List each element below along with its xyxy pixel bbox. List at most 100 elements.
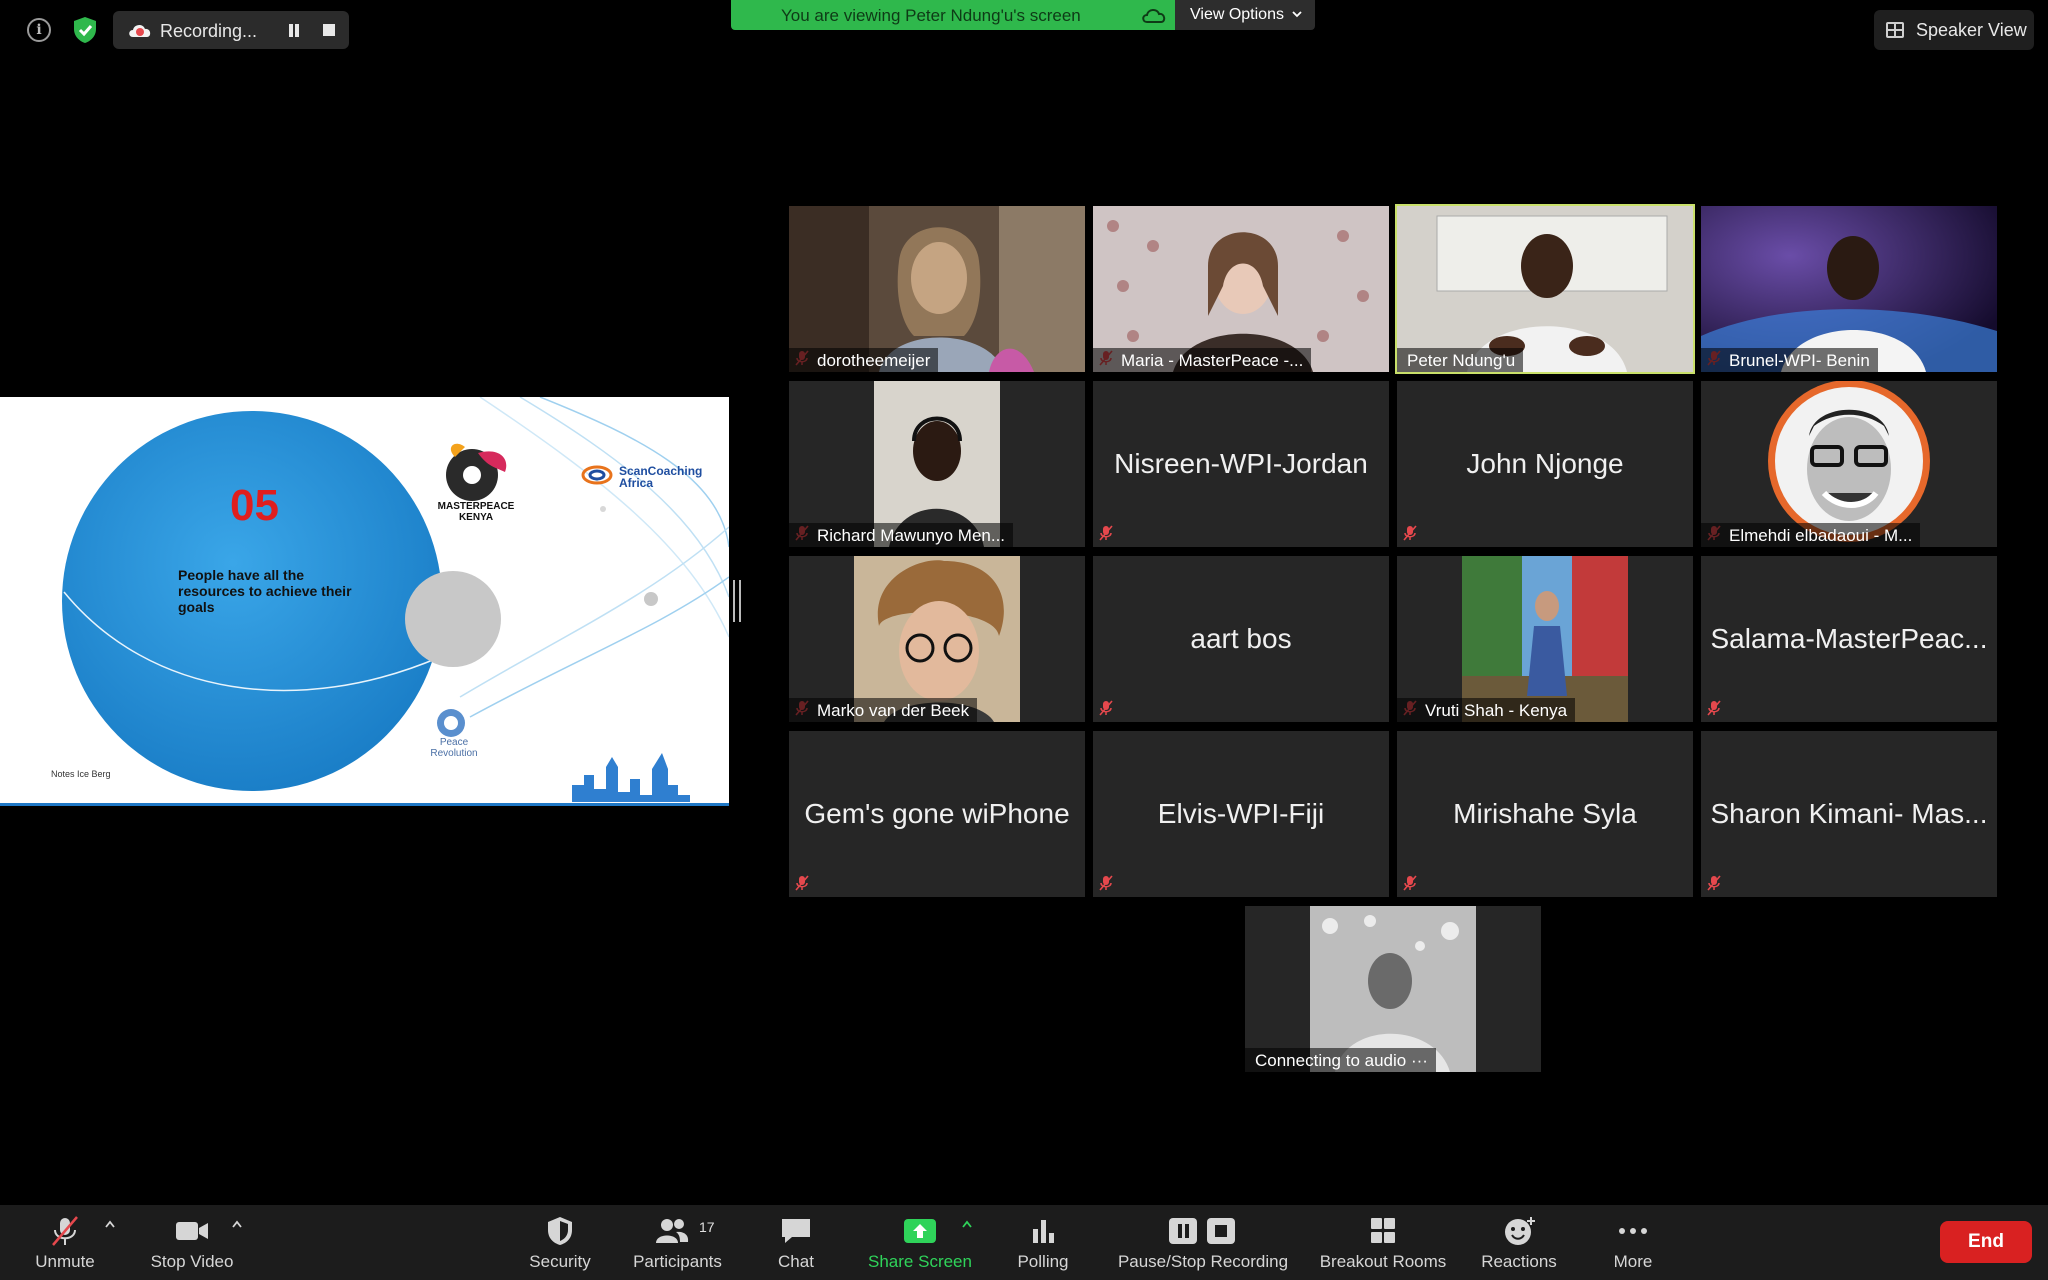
participant-tile[interactable]: Sharon Kimani- Mas... [1701, 731, 1997, 897]
chevron-down-icon [1292, 11, 1302, 18]
participant-tile[interactable]: dorotheemeijer [789, 206, 1085, 372]
audio-options-caret-icon[interactable] [104, 1219, 116, 1229]
info-icon[interactable]: i [27, 18, 51, 42]
participant-name-center: Elvis-WPI-Fiji [1157, 798, 1325, 829]
muted-microphone-icon [1099, 700, 1113, 716]
participant-name-center: Sharon Kimani- Mas... [1710, 798, 1988, 829]
participants-count: 17 [699, 1219, 715, 1235]
muted-microphone-icon [1707, 700, 1721, 716]
bar-chart-icon [1033, 1220, 1054, 1243]
stop-video-button[interactable]: Stop Video [140, 1205, 244, 1280]
participant-tile[interactable]: Elvis-WPI-Fiji [1093, 731, 1389, 897]
pause-recording-button[interactable] [281, 19, 307, 41]
muted-microphone-icon [1403, 875, 1417, 891]
participant-name-center: Mirishahe Syla [1453, 798, 1637, 829]
participant-tile[interactable]: aart bos [1093, 556, 1389, 722]
participant-name: Elmehdi elbadaoui - M... [1701, 523, 1921, 547]
unmute-button[interactable]: Unmute [20, 1205, 110, 1280]
participant-name: Richard Mawunyo Men... [789, 523, 1014, 547]
scancoaching-logo-text: ScanCoaching Africa [619, 464, 703, 490]
slide-caption: People have all the resources to achieve… [178, 567, 352, 615]
participant-tile[interactable]: Connecting to audio ··· [1245, 906, 1541, 1072]
participant-tile[interactable]: Richard Mawunyo Men... [789, 381, 1085, 547]
pause-stop-recording-button[interactable]: Pause/Stop Recording [1110, 1205, 1296, 1280]
speaker-view-button[interactable]: Speaker View [1874, 10, 2034, 50]
recording-indicator: Recording... [113, 11, 349, 49]
shield-icon [548, 1217, 572, 1245]
participant-tile[interactable]: Nisreen-WPI-Jordan [1093, 381, 1389, 547]
participant-tile[interactable]: Salama-MasterPeac... [1701, 556, 1997, 722]
participant-name: Maria - MasterPeace -... [1093, 348, 1312, 372]
security-button[interactable]: Security [520, 1205, 600, 1280]
cloud-icon [1142, 9, 1166, 23]
slide-background-graphic [62, 397, 729, 802]
chat-label: Chat [778, 1252, 814, 1271]
participant-tile[interactable]: Maria - MasterPeace -... [1093, 206, 1389, 372]
participant-name: Peter Ndung'u [1397, 348, 1524, 372]
participant-name: Vruti Shah - Kenya [1397, 698, 1576, 722]
peace-revolution-logo-text: Peace Revolution [430, 737, 478, 759]
meeting-toolbar: Unmute Stop Video Security 17 Participan… [0, 1205, 2048, 1280]
participant-name-center: Nisreen-WPI-Jordan [1114, 448, 1368, 479]
reactions-button[interactable]: Reactions [1472, 1205, 1566, 1280]
more-button[interactable]: More [1595, 1205, 1671, 1280]
end-meeting-button[interactable]: End [1940, 1221, 2032, 1263]
participant-name: Brunel-WPI- Benin [1701, 348, 1878, 372]
view-options-button[interactable]: View Options [1175, 0, 1315, 30]
pause-stop-icon [1169, 1218, 1235, 1244]
chat-bubble-icon [782, 1219, 810, 1243]
participant-tile[interactable]: Marko van der Beek [789, 556, 1085, 722]
masterpeace-logo-text: MASTERPEACE KENYA [437, 501, 515, 523]
view-options-label: View Options [1190, 6, 1284, 23]
stop-video-label: Stop Video [150, 1252, 234, 1271]
polling-button[interactable]: Polling [1005, 1205, 1081, 1280]
muted-microphone-icon [1099, 525, 1113, 541]
participant-tile-active-speaker[interactable]: Peter Ndung'u [1395, 204, 1695, 374]
participants-button[interactable]: 17 Participants [620, 1205, 735, 1280]
muted-microphone-icon [1099, 875, 1113, 891]
muted-microphone-icon [795, 875, 809, 891]
participant-tile[interactable]: John Njonge [1397, 381, 1693, 547]
video-camera-icon [176, 1222, 208, 1240]
participant-name-center: Gem's gone wiPhone [804, 798, 1070, 829]
slide-number: 05 [230, 481, 279, 530]
muted-microphone-icon [52, 1216, 78, 1246]
participant-tile[interactable]: Mirishahe Syla [1397, 731, 1693, 897]
participant-tile[interactable]: Vruti Shah - Kenya [1397, 556, 1693, 722]
viewing-screen-banner: You are viewing Peter Ndung'u's screen [731, 0, 1175, 30]
share-screen-label: Share Screen [868, 1252, 972, 1271]
participant-tile[interactable]: Gem's gone wiPhone [789, 731, 1085, 897]
security-label: Security [529, 1252, 591, 1271]
shield-check-icon[interactable] [72, 16, 98, 44]
video-options-caret-icon[interactable] [231, 1219, 243, 1229]
breakout-rooms-icon [1371, 1218, 1395, 1243]
participant-tile[interactable]: Elmehdi elbadaoui - M... [1701, 381, 1997, 547]
share-options-caret-icon[interactable] [961, 1219, 973, 1229]
muted-microphone-icon [1707, 875, 1721, 891]
reactions-label: Reactions [1481, 1252, 1557, 1271]
participant-name-center: John Njonge [1466, 448, 1624, 479]
breakout-rooms-button[interactable]: Breakout Rooms [1313, 1205, 1453, 1280]
chat-button[interactable]: Chat [760, 1205, 832, 1280]
grid-layout-icon [1886, 22, 1904, 38]
participant-name-center: Salama-MasterPeac... [1710, 623, 1988, 654]
slide-notes: Notes Ice Berg [51, 769, 111, 779]
speaker-view-label: Speaker View [1916, 20, 2027, 40]
participant-tile[interactable]: Brunel-WPI- Benin [1701, 206, 1997, 372]
viewing-banner-text: You are viewing Peter Ndung'u's screen [781, 6, 1081, 25]
participant-name-center: aart bos [1190, 623, 1292, 654]
participant-name: Marko van der Beek [789, 698, 978, 722]
split-view-resize-handle[interactable] [733, 580, 741, 622]
participants-label: Participants [633, 1252, 722, 1271]
participants-icon [655, 1219, 688, 1243]
unmute-label: Unmute [35, 1252, 95, 1271]
polling-label: Polling [1017, 1252, 1069, 1271]
share-screen-button[interactable]: Share Screen [855, 1205, 985, 1280]
recording-label: Recording... [160, 21, 258, 41]
stop-recording-button[interactable] [316, 19, 342, 41]
more-dots-icon [1619, 1228, 1647, 1234]
cloud-recording-icon [129, 24, 151, 37]
breakout-rooms-label: Breakout Rooms [1319, 1252, 1447, 1271]
share-screen-icon [904, 1219, 936, 1243]
shared-screen[interactable]: 05 People have all the resources to achi… [0, 397, 729, 806]
